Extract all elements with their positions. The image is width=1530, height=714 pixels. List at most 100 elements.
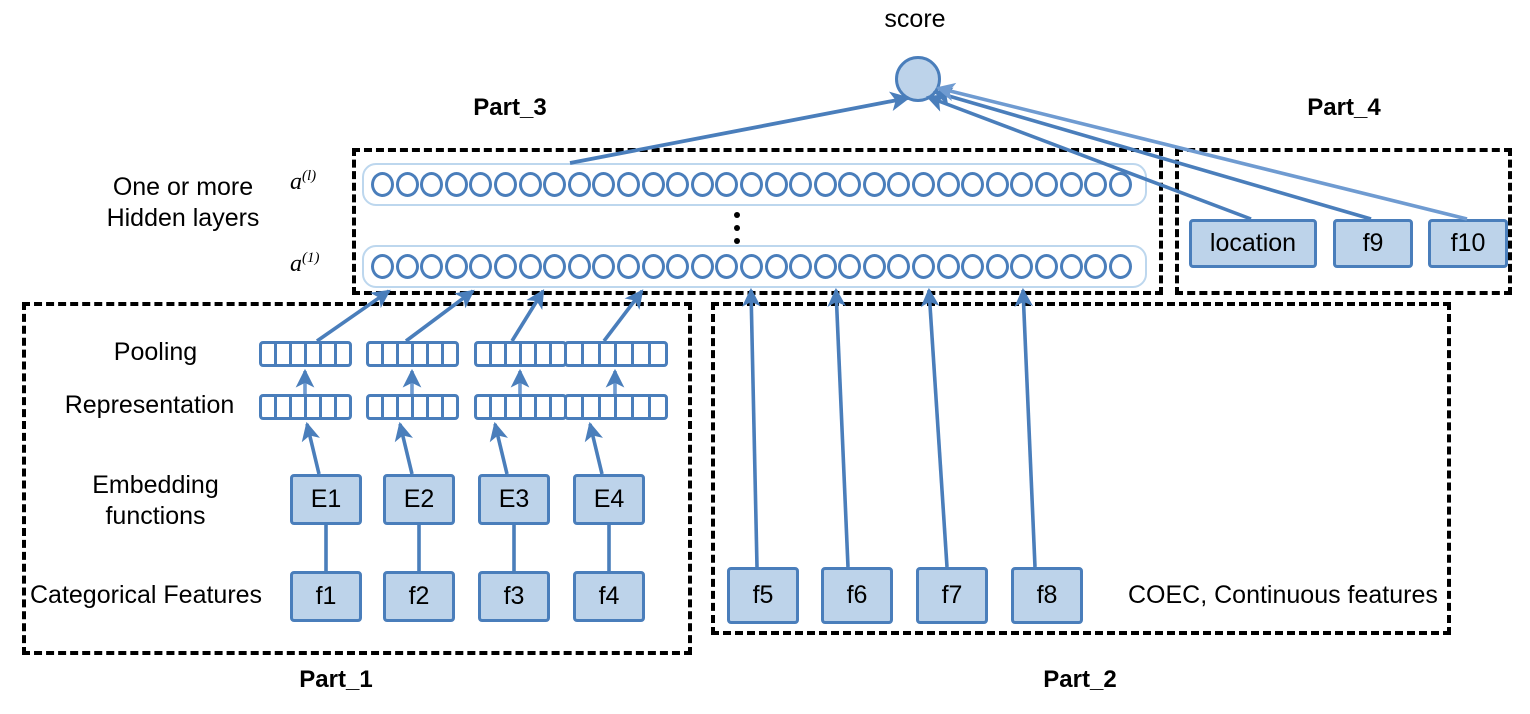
part-1-label: Part_1 [299, 666, 373, 693]
hidden-layer-neuron [518, 172, 542, 197]
hidden-layer-neuron [1108, 172, 1132, 197]
vector-cell [522, 397, 537, 417]
vector-cell [651, 397, 665, 417]
hidden-layers-row-label-line1: One or more [112, 173, 254, 201]
hidden-layer-neuron [469, 172, 493, 197]
vector-cell [292, 344, 307, 364]
hidden-layers-row-label-line2: Hidden layers [106, 204, 260, 232]
vector-cell [584, 344, 601, 364]
vector-cell [277, 344, 292, 364]
hidden-layer-neuron [469, 254, 493, 279]
hidden-layer-neuron [838, 172, 862, 197]
vector-cell [492, 397, 507, 417]
continuous-feature-box-f6[interactable]: f6 [821, 567, 893, 624]
hidden-layer-neuron [985, 254, 1009, 279]
vector-cell [429, 344, 444, 364]
hidden-layer-neuron [666, 172, 690, 197]
categorical-feature-box-f1[interactable]: f1 [290, 571, 362, 622]
hidden-layer-neuron [985, 172, 1009, 197]
hidden-layer-neuron [420, 172, 444, 197]
hidden-layer-neuron [887, 172, 911, 197]
hidden-layer-neuron [862, 172, 886, 197]
hidden-layer-neuron [543, 172, 567, 197]
representation-row-label: Representation [64, 391, 235, 419]
hidden-layer-neuron [641, 254, 665, 279]
pooling-row-label: Pooling [113, 338, 198, 366]
categorical-features-row-label: Categorical Features [30, 581, 263, 609]
hidden-layer-neuron [764, 254, 788, 279]
hidden-layer-neuron [715, 254, 739, 279]
vector-cell [337, 344, 349, 364]
hidden-layer-neuron [518, 254, 542, 279]
vector-cell [537, 344, 552, 364]
vector-cell [444, 397, 456, 417]
score-label: score [884, 5, 946, 33]
hidden-layer-neuron [420, 254, 444, 279]
categorical-feature-box-f4[interactable]: f4 [573, 571, 645, 622]
representation-vector-2 [366, 394, 459, 420]
pooling-vector-2 [366, 341, 459, 367]
hidden-layer-neuron [887, 254, 911, 279]
embedding-box-e1[interactable]: E1 [290, 474, 362, 525]
vector-cell [262, 397, 277, 417]
embedding-row-label-line1: Embedding [92, 471, 219, 499]
hidden-layer-bottom [362, 245, 1147, 288]
vector-cell [292, 397, 307, 417]
hidden-layer-neuron [715, 172, 739, 197]
hidden-layer-neuron [641, 172, 665, 197]
continuous-feature-box-f8[interactable]: f8 [1011, 567, 1083, 624]
vector-cell [601, 397, 618, 417]
hidden-layer-neuron [1035, 172, 1059, 197]
vector-cell [634, 344, 652, 364]
hidden-layer-neuron [371, 254, 394, 279]
hidden-layer-neuron [543, 254, 567, 279]
wide-feature-box-f9[interactable]: f9 [1333, 219, 1413, 268]
part-2-label: Part_2 [1043, 666, 1117, 693]
hidden-layer-neuron [789, 254, 813, 279]
vector-cell [492, 344, 507, 364]
vector-cell [384, 344, 399, 364]
pooling-vector-4 [564, 341, 668, 367]
categorical-feature-box-f3[interactable]: f3 [478, 571, 550, 622]
hidden-layer-neuron [493, 172, 517, 197]
hidden-layer-neuron [444, 172, 468, 197]
hidden-layer-neuron [838, 254, 862, 279]
hidden-layer-neuron [936, 254, 960, 279]
vector-cell [322, 344, 337, 364]
hidden-layer-neuron [371, 172, 394, 197]
vector-cell [384, 397, 399, 417]
embedding-box-e3[interactable]: E3 [478, 474, 550, 525]
hidden-layer-neuron [690, 172, 714, 197]
wide-feature-box-f10[interactable]: f10 [1428, 219, 1508, 268]
hidden-layer-top [362, 163, 1147, 206]
hidden-layer-neuron [1059, 172, 1083, 197]
vector-cell [399, 397, 414, 417]
hidden-layer-bottom-label: a(1) [290, 250, 320, 278]
hidden-layer-neuron [567, 254, 591, 279]
continuous-feature-box-f7[interactable]: f7 [916, 567, 988, 624]
embedding-box-e2[interactable]: E2 [383, 474, 455, 525]
hidden-layers-row-label: One or more Hidden layers [48, 172, 318, 234]
vector-cell [507, 344, 522, 364]
score-node [895, 56, 941, 102]
hidden-layer-neuron [813, 172, 837, 197]
wide-feature-box-location[interactable]: location [1189, 219, 1317, 268]
hidden-layer-neuron [1059, 254, 1083, 279]
vector-cell [584, 397, 601, 417]
vector-cell [414, 344, 429, 364]
hidden-layer-neuron [1084, 172, 1108, 197]
hidden-layer-neuron [912, 254, 936, 279]
hidden-layer-neuron [912, 172, 936, 197]
vector-cell [307, 344, 322, 364]
vector-cell [277, 397, 292, 417]
hidden-layer-neuron [862, 254, 886, 279]
diagram-canvas: Part_3 Part_4 Part_1 Part_2 score a(l) a… [0, 0, 1530, 714]
part-3-label: Part_3 [473, 94, 547, 121]
hidden-layer-neuron [813, 254, 837, 279]
hidden-layer-neuron [444, 254, 468, 279]
categorical-feature-box-f2[interactable]: f2 [383, 571, 455, 622]
embedding-box-e4[interactable]: E4 [573, 474, 645, 525]
hidden-layer-neuron [616, 172, 640, 197]
vector-cell [537, 397, 552, 417]
continuous-feature-box-f5[interactable]: f5 [727, 567, 799, 624]
